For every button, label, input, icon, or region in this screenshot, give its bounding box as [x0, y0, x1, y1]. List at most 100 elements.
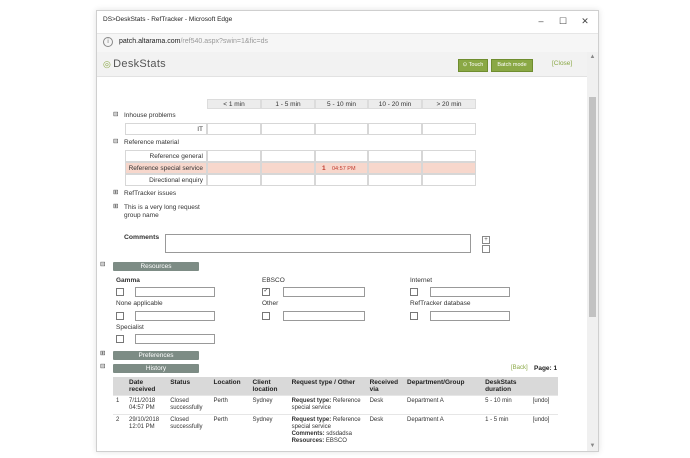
url-path: /ref540.aspx?swin=1&fic=ds	[180, 38, 269, 45]
col-location: Location	[210, 377, 250, 396]
minimize-button[interactable]: –	[533, 14, 549, 28]
table-row[interactable]: 1 7/11/2018 04:57 PM Closed successfully…	[113, 395, 558, 415]
received-via: Desk	[366, 414, 405, 447]
none-applicable-checkbox[interactable]	[116, 312, 124, 320]
cell-dir-10-20[interactable]	[368, 174, 422, 186]
toggle-inhouse[interactable]: ⊟	[113, 110, 118, 118]
maximize-button[interactable]: ☐	[555, 14, 571, 28]
group-long-label-1: This is a very long request	[124, 204, 200, 211]
col-lt1: < 1 min	[207, 99, 261, 109]
cell-refspec-gt20[interactable]	[422, 162, 476, 174]
row-ref-special-cell: Reference special service	[125, 162, 207, 174]
toggle-resources[interactable]: ⊟	[100, 260, 105, 268]
undo-link[interactable]: [undo]	[529, 414, 558, 447]
internet-label: Internet	[410, 277, 433, 284]
toggle-reftracker[interactable]: ⊞	[113, 188, 118, 196]
cell-dir-gt20[interactable]	[422, 174, 476, 186]
internet-input[interactable]	[430, 287, 510, 297]
internet-checkbox[interactable]	[410, 288, 418, 296]
url-text[interactable]: patch.altarama.com/ref540.aspx?swin=1&fi…	[119, 38, 268, 45]
scroll-down-icon[interactable]: ▼	[589, 443, 596, 449]
back-link[interactable]: [Back]	[511, 365, 528, 371]
cell-dir-1-5[interactable]	[261, 174, 315, 186]
scroll-thumb[interactable]	[589, 97, 596, 317]
cell-dir-lt1[interactable]	[207, 174, 261, 186]
comments-label: Comments	[124, 234, 160, 241]
reftracker-db-checkbox[interactable]	[410, 312, 418, 320]
resources-bar[interactable]: Resources	[113, 262, 199, 271]
department: Department A	[404, 395, 483, 415]
col-received-via: Received via	[366, 377, 405, 396]
plus-icon[interactable]: +	[482, 236, 490, 244]
cell-refgen-gt20[interactable]	[422, 150, 476, 162]
vertical-scrollbar[interactable]: ▲ ▼	[587, 52, 598, 451]
cell-refgen-1-5[interactable]	[261, 150, 315, 162]
ebsco-input[interactable]	[283, 287, 365, 297]
address-bar[interactable]: i patch.altarama.com/ref540.aspx?swin=1&…	[97, 33, 598, 53]
col-date: Date received	[126, 377, 168, 396]
gamma-checkbox[interactable]	[116, 288, 124, 296]
scroll-up-icon[interactable]: ▲	[589, 54, 596, 60]
none-applicable-input[interactable]	[135, 311, 215, 321]
cell-it-10-20[interactable]	[368, 123, 422, 135]
specialist-label: Specialist	[116, 324, 144, 331]
touch-button[interactable]: ⊙ Touch	[458, 59, 488, 72]
group-long-label-2: group name	[124, 212, 159, 219]
cell-it-lt1[interactable]	[207, 123, 261, 135]
cell-refspec-lt1[interactable]	[207, 162, 261, 174]
col-status: Status	[167, 377, 211, 396]
info-icon[interactable]: i	[103, 37, 113, 47]
cell-it-5-10[interactable]	[315, 123, 368, 135]
close-link[interactable]: [Close]	[552, 60, 572, 67]
cell-refspec-5-10[interactable]: 1 04:57 PM	[315, 162, 368, 174]
other-checkbox[interactable]	[262, 312, 270, 320]
undo-link[interactable]: [undo]	[529, 395, 558, 415]
empty-box-icon[interactable]	[482, 245, 490, 253]
cell-dir-5-10[interactable]	[315, 174, 368, 186]
other-input[interactable]	[283, 311, 365, 321]
toggle-preferences[interactable]: ⊞	[100, 349, 105, 357]
batch-mode-button[interactable]: Batch mode	[491, 59, 533, 72]
request-type: Request type: Reference special service C…	[288, 414, 367, 447]
request-type: Request type: Reference special service	[288, 395, 367, 415]
col-request-type: Request type / Other	[288, 377, 367, 396]
cell-refgen-5-10[interactable]	[315, 150, 368, 162]
logo-text: DeskStats	[113, 58, 166, 70]
table-row[interactable]: 2 29/10/2018 12:01 PM Closed successfull…	[113, 414, 558, 447]
entry-count: 1	[322, 165, 326, 172]
specialist-checkbox[interactable]	[116, 335, 124, 343]
history-table: Date received Status Location Client loc…	[113, 377, 558, 447]
page-content: ◎ DeskStats ⊙ Touch Batch mode [Close] < …	[97, 52, 587, 451]
row-it-label-cell: IT	[125, 123, 207, 135]
preferences-bar[interactable]: Preferences	[113, 351, 199, 360]
close-window-button[interactable]: ✕	[577, 14, 593, 28]
toggle-long[interactable]: ⊞	[113, 202, 118, 210]
window-title: DS>DeskStats - RefTracker - Microsoft Ed…	[103, 16, 233, 23]
group-reftracker-label: RefTracker issues	[124, 190, 177, 197]
gamma-input[interactable]	[135, 287, 215, 297]
cell-refspec-10-20[interactable]	[368, 162, 422, 174]
department: Department A	[404, 414, 483, 447]
status: Closed successfully	[167, 395, 211, 415]
history-bar[interactable]: History	[113, 364, 199, 373]
comments-textarea[interactable]	[165, 234, 471, 253]
ebsco-checkbox[interactable]: ✓	[262, 288, 270, 296]
location: Perth	[210, 414, 250, 447]
gamma-label: Gamma	[116, 277, 140, 284]
cell-refspec-1-5[interactable]	[261, 162, 315, 174]
resources-row-label: Resources:	[291, 438, 325, 444]
col-undo	[529, 377, 558, 396]
col-client-location: Client location	[249, 377, 289, 396]
comments-row-value: sdsdadsa	[326, 431, 352, 437]
date-received: 7/11/2018 04:57 PM	[126, 395, 168, 415]
cell-refgen-10-20[interactable]	[368, 150, 422, 162]
toggle-history[interactable]: ⊟	[100, 362, 105, 370]
cell-it-1-5[interactable]	[261, 123, 315, 135]
specialist-input[interactable]	[135, 334, 215, 344]
ebsco-label: EBSCO	[262, 277, 285, 284]
none-applicable-label: None applicable	[116, 300, 163, 307]
toggle-reference[interactable]: ⊟	[113, 137, 118, 145]
cell-refgen-lt1[interactable]	[207, 150, 261, 162]
cell-it-gt20[interactable]	[422, 123, 476, 135]
reftracker-db-input[interactable]	[430, 311, 510, 321]
